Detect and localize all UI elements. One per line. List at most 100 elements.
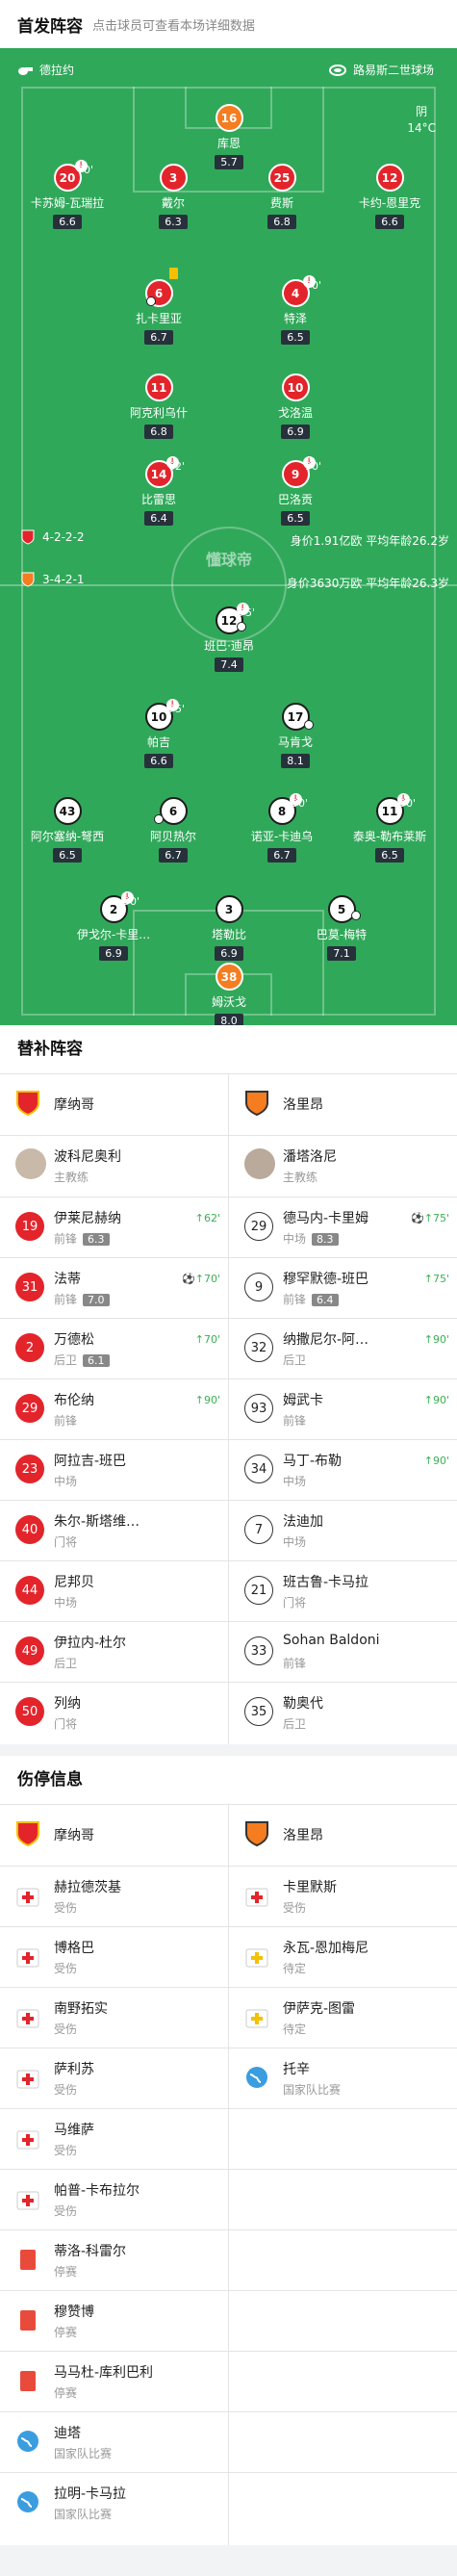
sub-player-row[interactable]: 93 姆武卡 前锋 ↑90': [229, 1380, 457, 1440]
player-rating: 6.1: [83, 1354, 110, 1367]
player-name: 阿克利乌什: [129, 406, 188, 420]
player-name: 蒂洛-科雷尔: [54, 2244, 127, 2259]
jersey-number: 35: [244, 1697, 273, 1726]
injury-row[interactable]: 穆赞博 停赛: [0, 2292, 228, 2352]
sub-player-row[interactable]: 29 布伦纳 前锋 ↑90': [0, 1380, 228, 1440]
sub-player-row[interactable]: 33 Sohan Baldoni 前锋: [229, 1623, 457, 1683]
injury-row[interactable]: 永瓦-恩加梅尼 待定: [229, 1928, 457, 1988]
pitch-player[interactable]: 43 阿尔塞纳-弩西 6.5: [21, 797, 114, 863]
sub-player-row[interactable]: 2 万德松 后卫 6.1 ↑70': [0, 1320, 228, 1379]
monaco-logo-icon: [16, 1091, 39, 1117]
injury-icon: [245, 1888, 268, 1907]
jersey-number: 3: [215, 895, 243, 923]
pitch-player[interactable]: 3 塔勒比 6.9: [183, 895, 275, 961]
pitch-player[interactable]: 10 ↓ 75' 帕吉 6.6: [113, 699, 205, 768]
player-name: 扎卡里亚: [135, 312, 182, 325]
pitch-player[interactable]: 11 阿克利乌什 6.8: [113, 374, 205, 439]
injury-row[interactable]: 卡里默斯 受伤: [229, 1868, 457, 1927]
away-team-row[interactable]: 洛里昂: [229, 1075, 457, 1135]
sub-player-row[interactable]: 49 伊拉内-杜尔 后卫: [0, 1623, 228, 1683]
pitch-player[interactable]: 11 ↓ 90' 泰奥-勒布莱斯 6.5: [343, 793, 436, 863]
pitch-player[interactable]: 6 阿贝热尔 6.7: [127, 797, 219, 863]
home-team-name: 摩纳哥: [54, 1097, 94, 1113]
player-name: 戈洛温: [277, 406, 313, 420]
injury-home-team-row[interactable]: 摩纳哥: [0, 1806, 228, 1866]
sub-player-row[interactable]: 34 马丁-布勒 中场 ↑90': [229, 1441, 457, 1501]
injury-row[interactable]: 赫拉德茨基 受伤: [0, 1868, 228, 1927]
injury-row[interactable]: 迪塔 国家队比赛: [0, 2413, 228, 2473]
injury-row[interactable]: 托辛 国家队比赛: [229, 2049, 457, 2109]
pitch-player[interactable]: 20 ↓ 70' 卡苏姆-瓦瑞拉 6.6: [21, 160, 114, 229]
pitch-player[interactable]: 4 ↓ 70' 特泽 6.5: [249, 275, 342, 345]
goal-ball-icon: [237, 622, 246, 631]
pitch-player[interactable]: 38 姆沃戈 8.0: [183, 963, 275, 1025]
player-name: 巴莫-梅特: [316, 928, 368, 941]
away-coach-row[interactable]: 潘塔洛尼 主教练: [229, 1137, 457, 1197]
coach-avatar: [15, 1148, 46, 1179]
pitch-player[interactable]: 17 马肯戈 8.1: [249, 703, 342, 768]
player-rating: 6.9: [215, 946, 243, 961]
injury-away-team-row[interactable]: 洛里昂: [229, 1806, 457, 1866]
injury-status: 待定: [283, 2022, 307, 2036]
jersey-number: 16: [215, 104, 243, 132]
pitch-player[interactable]: 25 费斯 6.8: [236, 164, 328, 229]
injury-row[interactable]: 伊萨克-图雷 待定: [229, 1989, 457, 2048]
sub-player-row[interactable]: 44 尼邦贝 中场: [0, 1562, 228, 1622]
sub-player-row[interactable]: 32 纳撒尼尔-阿… 后卫 ↑90': [229, 1320, 457, 1379]
jersey-number: 6: [159, 797, 188, 825]
player-name: 卡里默斯: [283, 1880, 337, 1895]
injury-row[interactable]: 马马杜-库利巴利 停赛: [0, 2353, 228, 2412]
sub-player-row[interactable]: 23 阿拉吉-班巴 中场: [0, 1441, 228, 1501]
sub-player-row[interactable]: 29 德马内-卡里姆 中场 8.3 ⚽↑75': [229, 1198, 457, 1258]
injury-row[interactable]: 马维萨 受伤: [0, 2110, 228, 2170]
sub-in-event: ↑90': [423, 1394, 449, 1406]
sub-player-row[interactable]: 19 伊莱尼赫纳 前锋 6.3 ↑62': [0, 1198, 228, 1258]
pitch-player[interactable]: 2 ↓ 90' 伊戈尔-卡里… 6.9: [67, 891, 160, 961]
injury-row[interactable]: 博格巴 受伤: [0, 1928, 228, 1988]
sub-player-row[interactable]: 7 法迪加 中场: [229, 1502, 457, 1561]
jersey-number: 38: [215, 963, 243, 991]
sub-player-row[interactable]: 35 勒奥代 后卫: [229, 1684, 457, 1743]
pitch-player[interactable]: 12 卡约-恩里克 6.6: [343, 164, 436, 229]
jersey-number: 31: [15, 1273, 44, 1301]
injury-icon: [16, 2191, 39, 2210]
injury-row[interactable]: 帕普-卡布拉尔 受伤: [0, 2171, 228, 2230]
injury-status: 受伤: [54, 2204, 78, 2218]
pitch-player[interactable]: 10 戈洛温 6.9: [249, 374, 342, 439]
player-name: 南野拓实: [54, 2001, 108, 2017]
pitch-player[interactable]: 16 库恩 5.7: [183, 104, 275, 169]
player-name: 马马杜-库利巴利: [54, 2365, 154, 2381]
player-name: 法蒂: [54, 1272, 81, 1287]
pitch-player[interactable]: 6 扎卡里亚 6.7: [113, 279, 205, 345]
player-name: 朱尔-斯塔维…: [54, 1514, 140, 1530]
sub-minute: 62': [168, 460, 186, 473]
jersey-number: 3: [159, 164, 188, 192]
sub-player-row[interactable]: 31 法蒂 前锋 7.0 ⚽↑70': [0, 1259, 228, 1319]
jersey-number: 50: [15, 1697, 44, 1726]
pitch-player[interactable]: 8 ↓ 90' 诺亚-卡迪乌 6.7: [236, 793, 328, 863]
player-name: 卡约-恩里克: [358, 196, 421, 210]
sub-player-row[interactable]: 40 朱尔-斯塔维… 门将: [0, 1502, 228, 1561]
player-name: 马肯戈: [277, 735, 313, 749]
weather-text: 阴: [416, 105, 428, 118]
pitch-player[interactable]: 5 巴莫-梅特 7.1: [295, 895, 388, 961]
player-name: 布伦纳: [54, 1393, 94, 1408]
injury-status: 停赛: [54, 2265, 78, 2279]
injury-row[interactable]: 蒂洛-科雷尔 停赛: [0, 2231, 228, 2291]
player-name: 巴洛贡: [277, 493, 313, 506]
pitch-player[interactable]: 9 ↓ 90' 巴洛贡 6.5: [249, 456, 342, 526]
pitch-player[interactable]: 3 戴尔 6.3: [127, 164, 219, 229]
home-team-row[interactable]: 摩纳哥: [0, 1075, 228, 1135]
home-coach-row[interactable]: 波科尼奥利 主教练: [0, 1137, 228, 1197]
sub-player-row[interactable]: 50 列纳 门将: [0, 1684, 228, 1743]
injury-row[interactable]: 萨利苏 受伤: [0, 2049, 228, 2109]
injury-row[interactable]: 拉明-卡马拉 国家队比赛: [0, 2474, 228, 2534]
sub-player-row[interactable]: 9 穆罕默德-班巴 前锋 6.4 ↑75': [229, 1259, 457, 1319]
injury-row[interactable]: 南野拓实 受伤: [0, 1989, 228, 2048]
injury-status: 国家队比赛: [54, 2508, 113, 2521]
sub-player-row[interactable]: 21 班古鲁-卡马拉 门将: [229, 1562, 457, 1622]
sub-minute: 70': [305, 279, 322, 292]
pitch-player[interactable]: 12 ↓ 75' 班巴·迪昂 7.4: [183, 603, 275, 672]
pitch-player[interactable]: 14 ↓ 62' 比雷思 6.4: [113, 456, 205, 526]
subs-section: 替补阵容 摩纳哥 洛里昂 波科尼奥利 主教练 潘塔洛尼 主教练 19 伊莱尼赫纳前…: [0, 1025, 457, 1744]
